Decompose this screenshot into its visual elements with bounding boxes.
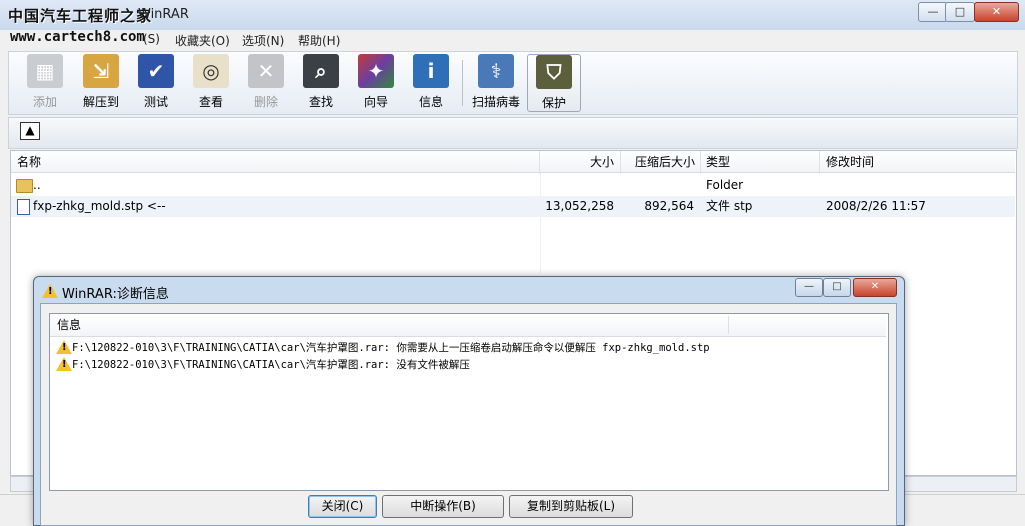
protect-button[interactable]: ⛉ 保护 — [527, 54, 581, 112]
column-divider — [539, 151, 540, 174]
find-icon: ⌕ — [303, 54, 339, 88]
dialog-close-button[interactable]: ✕ — [853, 278, 897, 297]
extract-icon: ⇲ — [83, 54, 119, 88]
window-title: WinRAR — [138, 7, 189, 22]
message-column-label: 信息 — [57, 318, 82, 332]
column-header-type[interactable]: 类型 — [701, 151, 819, 173]
column-guide — [540, 173, 541, 273]
view-label: 查看 — [198, 95, 223, 109]
file-name[interactable]: fxp-zhkg_mold.stp <-- — [33, 196, 166, 216]
test-button[interactable]: ✔ 测试 — [130, 54, 182, 110]
view-button[interactable]: ◎ 查看 — [185, 54, 237, 110]
virus-scan-label: 扫描病毒 — [471, 95, 520, 109]
menu-item-options[interactable]: 选项(N) — [242, 32, 284, 49]
add-label: 添加 — [32, 95, 57, 109]
add-button[interactable]: ▦ 添加 — [19, 54, 71, 110]
test-icon: ✔ — [138, 54, 174, 88]
view-icon: ◎ — [193, 54, 229, 88]
menu-item-s[interactable]: (S) — [143, 32, 160, 46]
info-icon: i — [413, 54, 449, 88]
file-type: Folder — [706, 178, 744, 192]
close-button[interactable]: ✕ — [974, 2, 1019, 22]
dialog-title: WinRAR:诊断信息 — [62, 287, 169, 302]
column-divider — [700, 151, 701, 174]
extract-button[interactable]: ⇲ 解压到 — [75, 54, 127, 110]
warning-glyph: ! — [62, 359, 67, 370]
dialog-close-action-button[interactable]: 关闭(C) — [308, 495, 377, 518]
warning-glyph: ! — [48, 286, 53, 297]
protect-label: 保护 — [541, 96, 566, 110]
column-divider — [620, 151, 621, 174]
info-button[interactable]: i 信息 — [405, 54, 457, 110]
find-label: 查找 — [308, 95, 333, 109]
column-header-modified[interactable]: 修改时间 — [820, 151, 1015, 173]
warning-glyph: ! — [62, 342, 67, 353]
extract-label: 解压到 — [82, 95, 119, 109]
dialog-minimize-button[interactable]: — — [795, 278, 823, 297]
stp-file-icon — [17, 199, 30, 215]
copy-to-clipboard-button[interactable]: 复制到剪贴板(L) — [509, 495, 633, 518]
message-row[interactable]: F:\120822-010\3\F\TRAINING\CATIA\car\汽车护… — [72, 340, 710, 355]
message-column-header[interactable]: 信息 — [50, 314, 886, 337]
menu-item-favorites[interactable]: 收藏夹(O) — [175, 32, 230, 49]
file-size: 13,052,258 — [545, 199, 614, 213]
menu-item-help[interactable]: 帮助(H) — [298, 32, 340, 49]
break-operation-button[interactable]: 中断操作(B) — [382, 495, 504, 518]
wizard-label: 向导 — [363, 95, 388, 109]
delete-label: 删除 — [253, 95, 278, 109]
up-folder-icon[interactable]: ▲ — [20, 122, 40, 140]
protect-icon: ⛉ — [536, 55, 572, 89]
virus-scan-icon: ⚕ — [478, 54, 514, 88]
test-label: 测试 — [143, 95, 168, 109]
url-watermark: www.cartech8.com — [10, 29, 145, 45]
find-button[interactable]: ⌕ 查找 — [295, 54, 347, 110]
file-packed-size: 892,564 — [644, 199, 694, 213]
wizard-icon: ✦ — [358, 54, 394, 88]
dialog-maximize-button[interactable]: □ — [823, 278, 851, 297]
toolbar-separator — [462, 60, 463, 106]
message-row[interactable]: F:\120822-010\3\F\TRAINING\CATIA\car\汽车护… — [72, 357, 470, 372]
maximize-button[interactable]: □ — [945, 2, 975, 22]
info-label: 信息 — [418, 95, 443, 109]
file-type: 文件 stp — [706, 199, 753, 213]
file-name[interactable]: .. — [33, 175, 41, 195]
virus-scan-button[interactable]: ⚕ 扫描病毒 — [470, 54, 522, 110]
file-modified: 2008/2/26 11:57 — [826, 199, 926, 213]
column-divider — [728, 316, 729, 334]
wizard-button[interactable]: ✦ 向导 — [350, 54, 402, 110]
delete-icon: ✕ — [248, 54, 284, 88]
column-header-name[interactable]: 名称 — [11, 151, 539, 173]
address-bar — [8, 117, 1018, 149]
add-icon: ▦ — [27, 54, 63, 88]
watermark-text: 中国汽车工程师之家 — [8, 7, 153, 25]
folder-icon — [16, 179, 33, 193]
delete-button[interactable]: ✕ 删除 — [240, 54, 292, 110]
column-header-packed[interactable]: 压缩后大小 — [621, 151, 701, 173]
column-header-size[interactable]: 大小 — [540, 151, 620, 173]
column-divider — [819, 151, 820, 174]
minimize-button[interactable]: — — [918, 2, 948, 22]
